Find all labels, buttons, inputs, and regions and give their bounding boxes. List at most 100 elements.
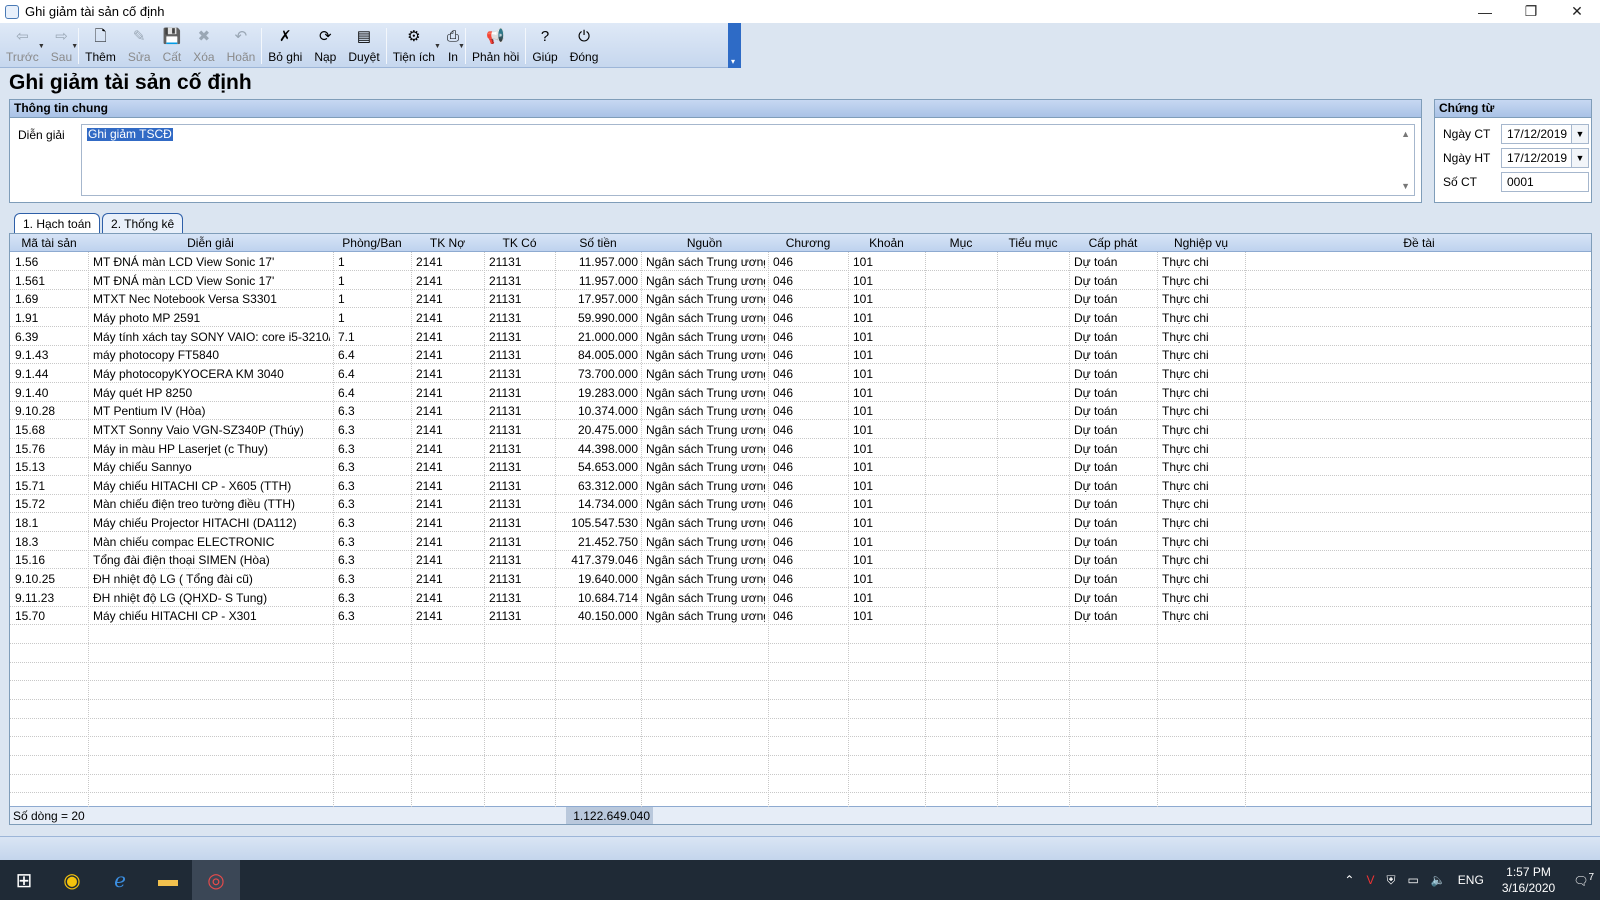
toolbar-button-5[interactable]: ✖ Xóa xyxy=(187,23,220,68)
language-indicator[interactable]: ENG xyxy=(1458,873,1484,887)
edge-icon[interactable]: ℯ xyxy=(96,860,144,900)
table-row[interactable]: 1.56 MT ĐNÁ màn LCD View Sonic 17' 1 2141 21… xyxy=(10,252,1591,271)
chevron-down-icon[interactable]: ▼ xyxy=(1571,149,1588,167)
table-row[interactable] xyxy=(10,625,1591,644)
table-row[interactable] xyxy=(10,700,1591,719)
column-header[interactable]: Nguồn xyxy=(641,236,768,250)
start-button[interactable]: ⊞ xyxy=(0,860,48,900)
clock[interactable]: 1:57 PM 3/16/2020 xyxy=(1502,864,1555,896)
table-cell: 6.3 xyxy=(338,516,355,531)
toolbar-button-12[interactable]: 📢 Phản hồi xyxy=(466,23,525,68)
column-header[interactable]: TK Có xyxy=(484,236,555,250)
table-row[interactable]: 9.10.28 MT Pentium IV (Hòa) 6.3 2141 21131 10… xyxy=(10,401,1591,421)
dien-giai-textarea[interactable]: Ghi giảm TSCĐ ▲ ▼ xyxy=(81,124,1415,196)
restore-button[interactable]: ❐ xyxy=(1508,0,1554,23)
toolbar-button-6[interactable]: ↶ Hoãn xyxy=(221,23,262,68)
table-cell: Thực chi xyxy=(1162,310,1209,325)
table-row[interactable]: 15.76 Máy in màu HP Laserjet (c Thuy) 6.3 2… xyxy=(10,439,1591,458)
table-row[interactable] xyxy=(10,681,1591,700)
table-cell: Thực chi xyxy=(1162,590,1209,605)
scroll-up-icon[interactable]: ▲ xyxy=(1401,129,1410,139)
column-header[interactable]: Tiểu mục xyxy=(997,236,1069,250)
table-row[interactable] xyxy=(10,756,1591,775)
chevron-down-icon[interactable]: ▼ xyxy=(434,43,441,50)
table-cell: 417.379.046 xyxy=(571,553,638,568)
minimize-button[interactable]: — xyxy=(1462,0,1508,23)
table-row[interactable]: 9.1.40 Máy quét HP 8250 6.4 2141 21131 19.283… xyxy=(10,383,1591,402)
table-cell: 44.398.000 xyxy=(577,441,638,456)
file-explorer-icon[interactable]: ▬ xyxy=(144,860,192,900)
table-row[interactable]: 6.39 Máy tính xách tay SONY VAIO: core i… xyxy=(10,327,1591,346)
column-header[interactable]: Số tiền xyxy=(555,236,641,250)
column-header[interactable]: Cấp phát xyxy=(1069,236,1157,250)
table-row[interactable] xyxy=(10,737,1591,756)
toolbar-button-3[interactable]: ✎ Sửa xyxy=(122,23,157,68)
close-button[interactable]: ✕ xyxy=(1554,0,1600,23)
column-header[interactable]: Diễn giải xyxy=(88,236,333,250)
tab-hach-toan[interactable]: 1. Hạch toán xyxy=(14,213,101,234)
tab-thong-ke[interactable]: 2. Thống kê xyxy=(102,213,184,233)
chevron-down-icon[interactable]: ▼ xyxy=(458,43,465,50)
toolbar-button-7[interactable]: ✗ Bỏ ghi xyxy=(262,23,308,68)
toolbar-overflow-button[interactable]: ▾ xyxy=(728,23,741,68)
column-header[interactable]: Mã tài sản xyxy=(10,236,88,250)
table-row[interactable]: 15.70 Máy chiếu HITACHI CP - X301 6.3 2141 2… xyxy=(10,606,1591,626)
table-row[interactable]: 9.1.44 Máy photocopyKYOCERA KM 3040 6.4 214… xyxy=(10,364,1591,383)
column-header[interactable]: Đề tài xyxy=(1245,236,1591,250)
table-row[interactable] xyxy=(10,644,1591,663)
toolbar-button-2[interactable]: 🗋 Thêm xyxy=(79,23,122,68)
column-header[interactable]: Chương xyxy=(768,236,848,250)
toolbar-button-8[interactable]: ⟳ Nạp xyxy=(308,23,342,68)
table-cell: 2141 xyxy=(416,534,443,549)
so-ct-field[interactable]: 0001 xyxy=(1501,172,1589,192)
chevron-down-icon[interactable]: ▼ xyxy=(1571,125,1588,143)
table-row[interactable] xyxy=(10,774,1591,794)
table-row[interactable]: 9.10.25 ĐH nhiệt độ LG ( Tổng đài cũ) 6.3 2… xyxy=(10,569,1591,589)
toolbar-button-13[interactable]: ? Giúp xyxy=(526,23,563,68)
taskbar: ⊞ ◉ ℯ ▬ ◎ ⌃ V ⛨ ▭ 🔈 ENG 1:57 PM 3/16/202… xyxy=(0,860,1600,900)
toolbar-button-14[interactable]: ⏻ Đóng xyxy=(564,23,605,68)
table-row[interactable]: 15.13 Máy chiếu Sannyo 6.3 2141 21131 54.653.… xyxy=(10,457,1591,477)
antivirus-icon[interactable]: V xyxy=(1366,873,1374,887)
toolbar-button-0[interactable]: ⇦ Trước ▼ xyxy=(0,23,45,68)
table-cell: 2141 xyxy=(416,609,443,624)
table-row[interactable]: 15.71 Máy chiếu HITACHI CP - X605 (TTH) 6.… xyxy=(10,476,1591,495)
table-row[interactable]: 1.69 MTXT Nec Notebook Versa S3301 1 2141 21… xyxy=(10,289,1591,309)
table-cell: Ngân sách Trung ương... xyxy=(646,348,765,363)
table-row[interactable]: 18.3 Màn chiếu compac ELECTRONIC 6.3 2141 21… xyxy=(10,532,1591,551)
table-row[interactable]: 9.1.43 máy photocopy FT5840 6.4 2141 21131 84… xyxy=(10,345,1591,365)
table-row[interactable]: 15.68 MTXT Sonny Vaio VGN-SZ340P (Thúy) 6.… xyxy=(10,420,1591,439)
table-row[interactable]: 15.72 Màn chiếu điện treo tường điều (TTH… xyxy=(10,494,1591,514)
table-row[interactable]: 1.561 MT ĐNÁ màn LCD View Sonic 17' 1 2141 2… xyxy=(10,271,1591,290)
toolbar-button-11[interactable]: ⎙ In ▼ xyxy=(441,23,465,68)
table-row[interactable] xyxy=(10,718,1591,738)
toolbar-button-9[interactable]: ▤ Duyệt xyxy=(342,23,385,68)
column-header[interactable]: Phòng/Ban xyxy=(333,236,411,250)
chevron-down-icon[interactable]: ▼ xyxy=(38,43,45,50)
toolbar-button-1[interactable]: ⇨ Sau ▼ xyxy=(45,23,78,68)
column-header[interactable]: Mục xyxy=(925,236,997,250)
network-icon[interactable]: ▭ xyxy=(1408,873,1419,887)
shield-icon[interactable]: ⛨ xyxy=(1386,873,1395,888)
column-header[interactable]: TK Nợ xyxy=(411,236,484,250)
volume-icon[interactable]: 🔈 xyxy=(1431,873,1446,887)
table-row[interactable]: 15.16 Tổng đài điện thoại SIMEN (Hòa) 6.3 2… xyxy=(10,550,1591,570)
column-header[interactable]: Khoản xyxy=(848,236,925,250)
chevron-down-icon[interactable]: ▼ xyxy=(71,43,78,50)
column-header[interactable]: Nghiệp vụ xyxy=(1157,236,1245,250)
ngay-ct-field[interactable]: 17/12/2019 ▼ xyxy=(1501,124,1589,144)
chevron-up-icon[interactable]: ⌃ xyxy=(1344,873,1354,887)
chrome-icon[interactable]: ◉ xyxy=(48,860,96,900)
ngay-ht-field[interactable]: 17/12/2019 ▼ xyxy=(1501,148,1589,168)
table-row[interactable]: 1.91 Máy photo MP 2591 1 2141 21131 59.990.00… xyxy=(10,308,1591,327)
column-divider xyxy=(333,252,334,807)
misa-app-icon[interactable]: ◎ xyxy=(192,860,240,900)
table-cell: Ngân sách Trung ương... xyxy=(646,497,765,512)
table-row[interactable]: 9.11.23 ĐH nhiệt độ LG (QHXD- S Tung) 6.3 2… xyxy=(10,588,1591,607)
toolbar-button-10[interactable]: ⚙ Tiện ích ▼ xyxy=(387,23,441,68)
toolbar-button-4[interactable]: 💾 Cất xyxy=(157,23,188,68)
scroll-down-icon[interactable]: ▼ xyxy=(1401,181,1410,191)
notification-icon[interactable]: 🗨7 xyxy=(1573,872,1594,888)
table-row[interactable]: 18.1 Máy chiếu Projector HITACHI (DA112) 6… xyxy=(10,513,1591,533)
table-row[interactable] xyxy=(10,662,1591,682)
